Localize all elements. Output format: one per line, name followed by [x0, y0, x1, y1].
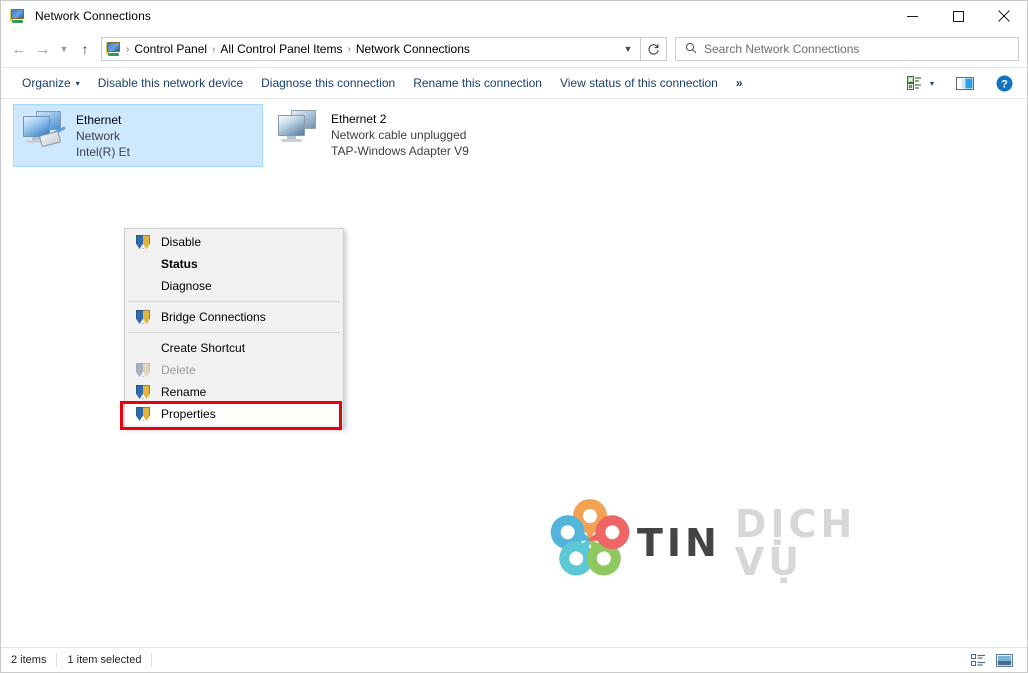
- menu-item-label: Delete: [161, 363, 196, 377]
- menu-item-label: Create Shortcut: [161, 341, 246, 355]
- menu-item-disable[interactable]: Disable: [125, 231, 343, 253]
- breadcrumb-network-connections-icon: [106, 41, 122, 57]
- watermark-text-secondary: DỊCH VỤ: [734, 502, 857, 584]
- menu-item-label: Bridge Connections: [161, 310, 266, 324]
- uac-shield-icon: [135, 406, 151, 422]
- connection-text: Ethernet 2 Network cable unplugged TAP-W…: [331, 108, 469, 159]
- recent-locations-icon[interactable]: ▼: [55, 37, 73, 61]
- uac-shield-icon: [135, 309, 151, 325]
- address-bar-row: ← → ▼ ↑ › Control Panel › All Control Pa…: [1, 31, 1027, 67]
- connection-name: Ethernet 2: [331, 112, 387, 126]
- caption-buttons: [889, 1, 1027, 31]
- breadcrumb-item-all-control-panel-items[interactable]: All Control Panel Items: [216, 40, 346, 58]
- menu-item-label: Properties: [161, 407, 216, 421]
- search-icon: [685, 42, 697, 57]
- connection-status: Network: [76, 129, 121, 143]
- details-view-icon[interactable]: [965, 649, 991, 671]
- maximize-button[interactable]: [935, 1, 981, 31]
- network-connections-window: Network Connections ← → ▼ ↑ › Control Pa…: [0, 0, 1028, 673]
- connection-name: Ethernet: [76, 113, 122, 127]
- uac-shield-icon: [135, 362, 151, 378]
- organize-button[interactable]: Organize ▾: [13, 71, 89, 95]
- breadcrumb[interactable]: › Control Panel › All Control Panel Item…: [101, 37, 641, 61]
- forward-arrow-icon[interactable]: →: [31, 37, 55, 61]
- network-adapter-disconnected-icon: [275, 108, 323, 150]
- breadcrumb-item-control-panel[interactable]: Control Panel: [130, 40, 211, 58]
- menu-item-diagnose[interactable]: Diagnose: [125, 275, 343, 297]
- menu-item-create-shortcut[interactable]: Create Shortcut: [125, 337, 343, 359]
- context-menu: Disable Status Diagnose Bridge Connectio…: [124, 228, 344, 428]
- up-arrow-icon[interactable]: ↑: [73, 37, 97, 61]
- network-adapter-icon: [20, 109, 68, 151]
- command-bar-icons: ▾ ?: [902, 70, 1027, 96]
- status-bar: 2 items 1 item selected: [1, 647, 1027, 672]
- tindichvu-logo: [546, 499, 634, 587]
- menu-item-label: Disable: [161, 235, 202, 249]
- menu-item-delete: Delete: [125, 359, 343, 381]
- watermark-text: TIN DỊCH VỤ: [637, 505, 856, 581]
- status-selection: 1 item selected: [67, 654, 142, 666]
- menu-item-icon-placeholder: [135, 340, 151, 356]
- breadcrumb-item-network-connections[interactable]: Network Connections: [352, 40, 474, 58]
- menu-item-icon-placeholder: [135, 278, 151, 294]
- status-divider: [151, 653, 153, 667]
- close-button[interactable]: [981, 1, 1027, 31]
- search-input[interactable]: Search Network Connections: [704, 42, 859, 56]
- window-title: Network Connections: [35, 9, 151, 23]
- connection-device: Intel(R) Et: [76, 145, 131, 159]
- menu-item-properties[interactable]: Properties: [125, 403, 343, 425]
- menu-separator: [128, 332, 340, 333]
- menu-item-label: Rename: [161, 385, 207, 399]
- connection-text: Ethernet Network Intel(R) Et: [76, 109, 130, 160]
- svg-text:?: ?: [1001, 78, 1008, 90]
- organize-label: Organize: [22, 76, 71, 90]
- connection-device: TAP-Windows Adapter V9: [331, 144, 469, 158]
- connection-item-ethernet-2[interactable]: Ethernet 2 Network cable unplugged TAP-W…: [269, 104, 519, 165]
- chevron-down-icon: ▾: [929, 78, 934, 88]
- connections-list: Ethernet Network Intel(R) Et Ethernet 2 …: [1, 99, 1027, 626]
- menu-item-icon-placeholder: [135, 256, 151, 272]
- title-bar: Network Connections: [1, 1, 1027, 31]
- menu-item-bridge-connections[interactable]: Bridge Connections: [125, 306, 343, 328]
- uac-shield-icon: [135, 234, 151, 250]
- command-bar-overflow-button[interactable]: »: [727, 71, 751, 95]
- back-arrow-icon[interactable]: ←: [7, 37, 31, 61]
- view-status-of-this-connection-button[interactable]: View status of this connection: [551, 71, 727, 95]
- large-icons-view-icon[interactable]: [991, 649, 1017, 671]
- connection-status: Network cable unplugged: [331, 128, 467, 142]
- disable-this-network-device-button[interactable]: Disable this network device: [89, 71, 252, 95]
- menu-item-label: Status: [161, 257, 198, 271]
- watermark-text-primary: TIN: [637, 521, 721, 565]
- command-bar: Organize ▾ Disable this network device Di…: [1, 67, 1027, 99]
- watermark: TIN DỊCH VỤ: [546, 497, 852, 589]
- menu-item-label: Diagnose: [161, 279, 212, 293]
- uac-shield-icon: [135, 384, 151, 400]
- diagnose-this-connection-button[interactable]: Diagnose this connection: [252, 71, 404, 95]
- menu-separator: [128, 301, 340, 302]
- chevron-down-icon[interactable]: ▼: [618, 38, 638, 60]
- connection-item-ethernet[interactable]: Ethernet Network Intel(R) Et: [13, 104, 263, 167]
- chevron-down-icon: ▾: [75, 79, 80, 88]
- menu-item-status[interactable]: Status: [125, 253, 343, 275]
- view-buttons: [965, 649, 1027, 671]
- change-view-dropdown[interactable]: ▾: [926, 70, 938, 96]
- search-box[interactable]: Search Network Connections: [675, 37, 1019, 61]
- network-connections-icon: [10, 8, 26, 24]
- refresh-icon[interactable]: [641, 37, 667, 61]
- rename-this-connection-button[interactable]: Rename this connection: [404, 71, 551, 95]
- minimize-button[interactable]: [889, 1, 935, 31]
- status-item-count: 2 items: [11, 654, 47, 666]
- help-icon[interactable]: ?: [992, 70, 1017, 96]
- preview-pane-icon[interactable]: [952, 70, 978, 96]
- menu-item-rename[interactable]: Rename: [125, 381, 343, 403]
- change-view-icon[interactable]: [902, 70, 926, 96]
